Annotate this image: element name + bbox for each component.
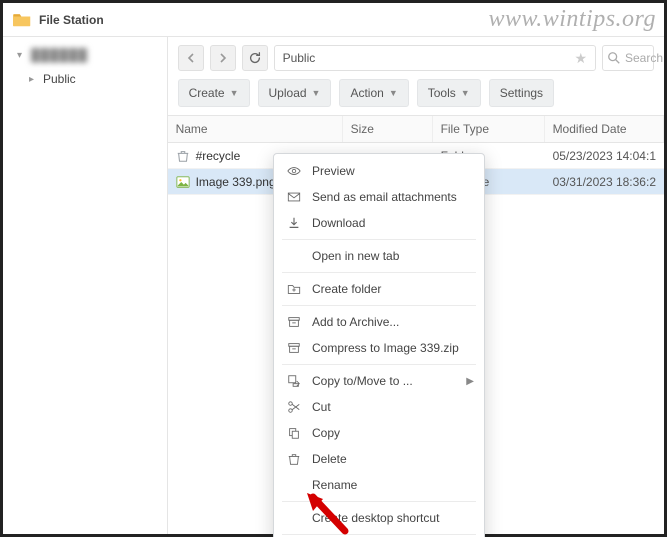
caret-down-icon: ▾ <box>17 50 25 61</box>
tools-button[interactable]: Tools▼ <box>417 79 481 107</box>
chevron-down-icon: ▼ <box>230 88 239 98</box>
context-menu: Preview Send as email attachments Downlo… <box>273 153 485 537</box>
menu-open-new-tab[interactable]: Open in new tab <box>274 243 484 269</box>
favorite-star-icon[interactable]: ★ <box>574 50 587 67</box>
compress-icon <box>286 340 302 356</box>
menu-desktop-shortcut[interactable]: Create desktop shortcut <box>274 505 484 531</box>
column-headers: Name Size File Type Modified Date <box>168 115 664 143</box>
trash-icon <box>286 451 302 467</box>
nav-forward-button[interactable] <box>210 45 236 71</box>
trash-icon <box>176 149 190 163</box>
copy-icon <box>286 425 302 441</box>
col-size[interactable]: Size <box>343 116 433 142</box>
sidebar-item-public[interactable]: ▸ Public <box>3 67 167 91</box>
upload-button[interactable]: Upload▼ <box>258 79 332 107</box>
folder-plus-icon <box>286 281 302 297</box>
submenu-arrow-icon: ▶ <box>466 376 474 387</box>
menu-separator <box>282 239 476 240</box>
blank-icon <box>286 477 302 493</box>
envelope-icon <box>286 189 302 205</box>
menu-create-folder[interactable]: Create folder <box>274 276 484 302</box>
image-icon <box>176 175 190 189</box>
col-name[interactable]: Name <box>168 116 343 142</box>
menu-separator <box>282 534 476 535</box>
blank-icon <box>286 248 302 264</box>
chevron-down-icon: ▼ <box>461 88 470 98</box>
settings-button[interactable]: Settings <box>489 79 554 107</box>
file-name: Image 339.png <box>196 175 276 189</box>
menu-separator <box>282 305 476 306</box>
archive-icon <box>286 314 302 330</box>
search-input[interactable]: Search <box>602 45 654 71</box>
file-date: 05/23/2023 14:04:1 <box>545 149 664 163</box>
blank-icon <box>286 510 302 526</box>
search-icon <box>607 51 621 65</box>
menu-separator <box>282 501 476 502</box>
menu-cut[interactable]: Cut <box>274 394 484 420</box>
toolbar: Create▼ Upload▼ Action▼ Tools▼ Settings <box>168 71 664 115</box>
refresh-button[interactable] <box>242 45 268 71</box>
col-type[interactable]: File Type <box>433 116 545 142</box>
menu-add-archive[interactable]: Add to Archive... <box>274 309 484 335</box>
menu-send-email[interactable]: Send as email attachments <box>274 184 484 210</box>
menu-separator <box>282 364 476 365</box>
menu-compress[interactable]: Compress to Image 339.zip <box>274 335 484 361</box>
folder-icon <box>13 12 31 28</box>
download-icon <box>286 215 302 231</box>
sidebar-item-root[interactable]: ▾ ██████ <box>3 43 167 67</box>
scissors-icon <box>286 399 302 415</box>
sidebar-item-label: Public <box>43 72 76 86</box>
eye-icon <box>286 163 302 179</box>
menu-download[interactable]: Download <box>274 210 484 236</box>
search-placeholder: Search <box>625 51 663 65</box>
nav-back-button[interactable] <box>178 45 204 71</box>
menu-delete[interactable]: Delete <box>274 446 484 472</box>
navigation-bar: Public ★ Search <box>168 45 664 71</box>
title-bar: File Station <box>3 3 664 37</box>
path-bar[interactable]: Public ★ <box>274 45 596 71</box>
menu-copy[interactable]: Copy <box>274 420 484 446</box>
sidebar-item-label: ██████ <box>31 48 88 62</box>
app-title: File Station <box>39 13 104 27</box>
menu-preview[interactable]: Preview <box>274 158 484 184</box>
caret-right-icon: ▸ <box>29 74 37 85</box>
copy-move-icon <box>286 373 302 389</box>
path-text: Public <box>283 51 316 65</box>
menu-separator <box>282 272 476 273</box>
create-button[interactable]: Create▼ <box>178 79 250 107</box>
chevron-down-icon: ▼ <box>389 88 398 98</box>
menu-rename[interactable]: Rename <box>274 472 484 498</box>
col-modified[interactable]: Modified Date <box>545 116 664 142</box>
sidebar: ▾ ██████ ▸ Public <box>3 37 168 534</box>
chevron-down-icon: ▼ <box>312 88 321 98</box>
action-button[interactable]: Action▼ <box>339 79 408 107</box>
menu-copy-move[interactable]: Copy to/Move to ... ▶ <box>274 368 484 394</box>
file-name: #recycle <box>196 149 241 163</box>
file-date: 03/31/2023 18:36:2 <box>545 175 664 189</box>
